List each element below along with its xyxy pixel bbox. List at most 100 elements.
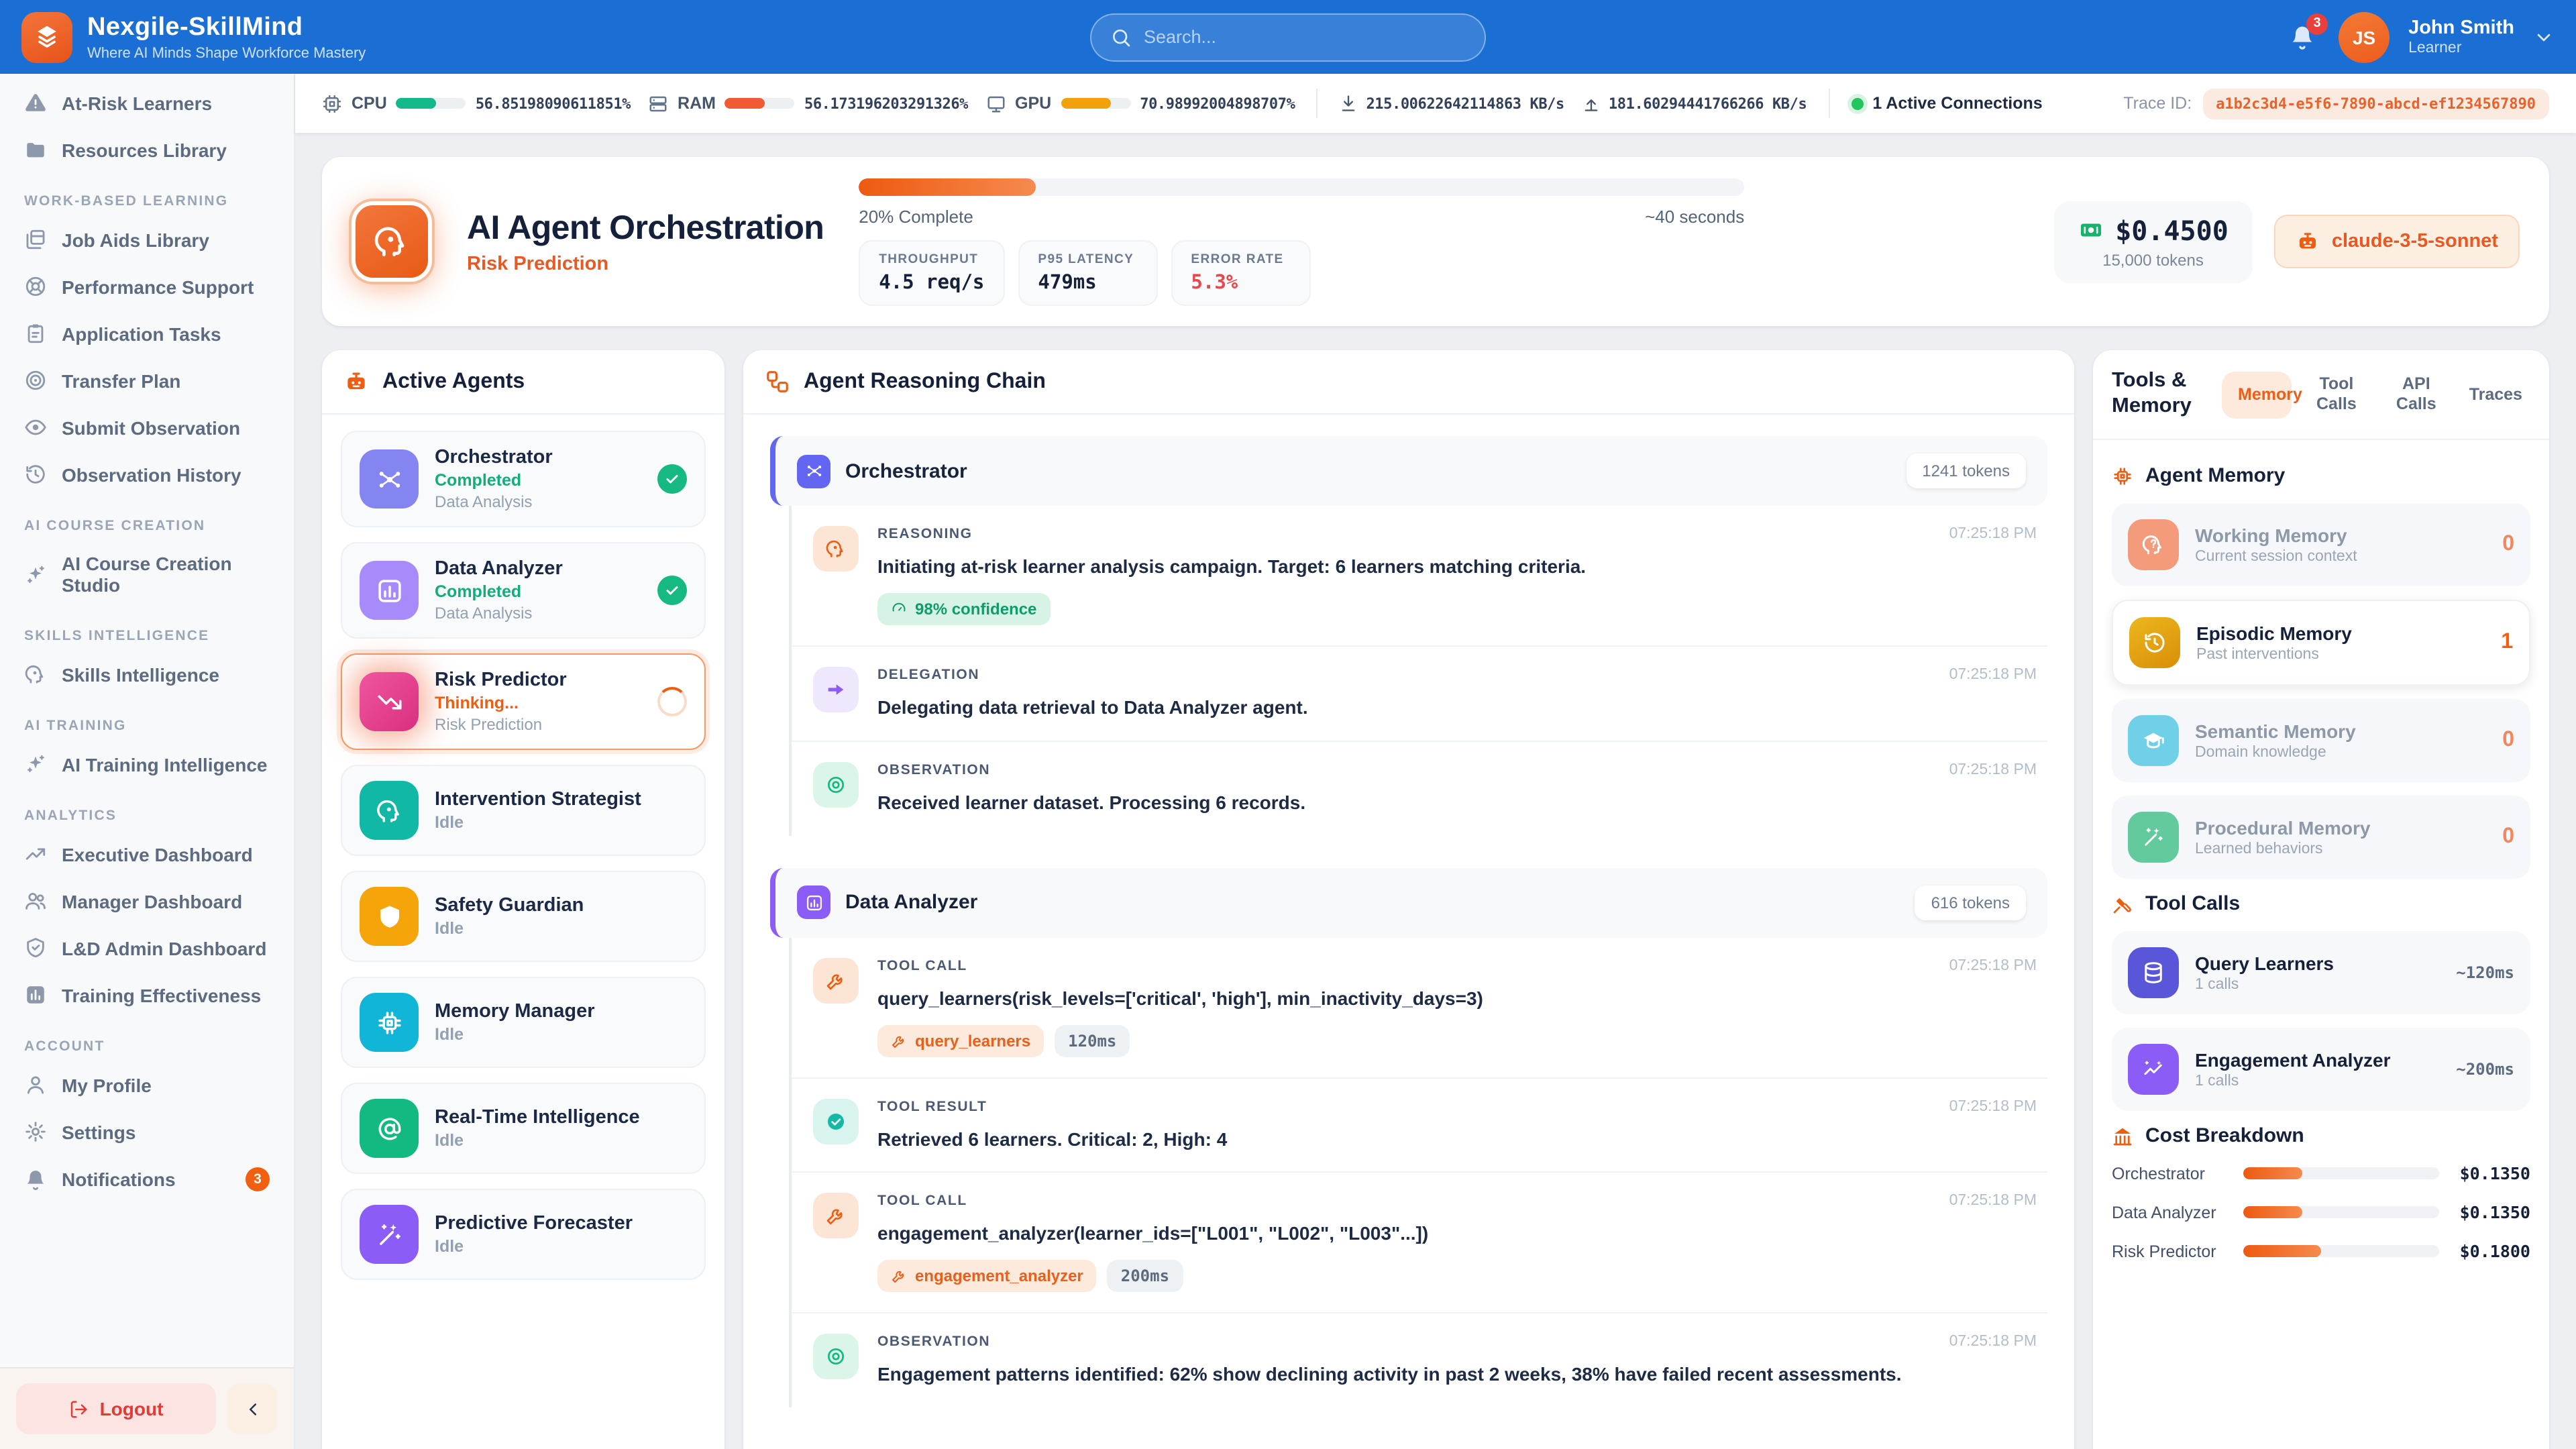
agent-card-risk-predictor[interactable]: Risk PredictorThinking...Risk Prediction [341, 653, 706, 750]
agent-status: Idle [435, 919, 584, 938]
memory-icon [2128, 812, 2179, 863]
memory-count: 0 [2502, 825, 2514, 849]
step-timestamp: 07:25:18 PM [1949, 667, 2037, 683]
model-badge: claude-3-5-sonnet [2274, 215, 2520, 268]
step-badge-tool: query_learners [877, 1024, 1044, 1057]
sidebar-item-settings[interactable]: Settings [0, 1108, 294, 1155]
bar-chart-icon [24, 983, 47, 1006]
orchestration-titles: AI Agent Orchestration Risk Prediction [467, 209, 824, 274]
memory-icon [2128, 715, 2179, 766]
agent-card-real-time-intelligence[interactable]: Real-Time IntelligenceIdle [341, 1083, 706, 1174]
resource-label: CPU [352, 94, 387, 113]
metric-value: 5.3% [1191, 272, 1290, 293]
app-header: Nexgile-SkillMind Where AI Minds Shape W… [0, 0, 2576, 74]
database-icon [2141, 961, 2165, 985]
memory-description: Domain knowledge [2195, 745, 2356, 761]
sparkles-icon [24, 753, 47, 775]
agent-card-data-analyzer[interactable]: Data AnalyzerCompletedData Analysis [341, 542, 706, 639]
sidebar-item-submit-observation[interactable]: Submit Observation [0, 404, 294, 451]
agent-avatar [360, 781, 419, 840]
step-timestamp: 07:25:18 PM [1949, 1193, 2037, 1210]
tool-call-card-engagement-analyzer[interactable]: Engagement Analyzer1 calls~200ms [2112, 1028, 2530, 1111]
tab-traces[interactable]: Traces [2461, 376, 2530, 413]
avatar[interactable]: JS [2339, 11, 2390, 62]
sidebar-item-label: Transfer Plan [62, 370, 180, 391]
chain-step-delegation: DELEGATION07:25:18 PMDelegating data ret… [792, 647, 2047, 742]
page-subtitle: Risk Prediction [467, 253, 824, 274]
cpu-icon [322, 93, 342, 113]
agent-texts: Safety GuardianIdle [435, 895, 584, 938]
check-icon [664, 582, 680, 598]
agent-card-intervention-strategist[interactable]: Intervention StrategistIdle [341, 765, 706, 856]
chain-agent-name: Data Analyzer [845, 891, 977, 914]
sidebar-item-job-aids-library[interactable]: Job Aids Library [0, 216, 294, 263]
orchestration-right: $0.4500 15,000 tokens claude-3-5-sonnet [2053, 201, 2520, 282]
sidebar-section-heading: SKILLS INTELLIGENCE [0, 608, 294, 651]
user-block[interactable]: John Smith Learner [2408, 17, 2514, 56]
memory-name: Procedural Memory [2195, 817, 2370, 839]
progress-eta: ~40 seconds [1645, 206, 1744, 226]
sidebar-section-heading: ANALYTICS [0, 788, 294, 830]
sidebar-item-label: Manager Dashboard [62, 890, 242, 912]
gauge-icon [891, 601, 907, 617]
metric-value: 4.5 req/s [879, 272, 984, 293]
memory-name: Working Memory [2195, 525, 2357, 546]
sidebar-item-training-effectiveness[interactable]: Training Effectiveness [0, 971, 294, 1018]
memory-card-semantic-memory[interactable]: Semantic MemoryDomain knowledge0 [2112, 699, 2530, 782]
sidebar-item-manager-dashboard[interactable]: Manager Dashboard [0, 877, 294, 924]
sidebar-item-my-profile[interactable]: My Profile [0, 1061, 294, 1108]
memory-card-working-memory[interactable]: Working MemoryCurrent session context0 [2112, 503, 2530, 586]
agent-status: Completed [435, 471, 553, 490]
tool-calls-count: 1 calls [2195, 977, 2334, 993]
tool-latency: ~120ms [2456, 963, 2514, 982]
resource-value: 56.85198090611851% [476, 95, 631, 112]
sidebar-item-resources-library[interactable]: Resources Library [0, 126, 294, 173]
chip-icon [2112, 465, 2133, 486]
trace-id-value[interactable]: a1b2c3d4-e5f6-7890-abcd-ef1234567890 [2202, 88, 2549, 119]
sidebar-item-performance-support[interactable]: Performance Support [0, 263, 294, 310]
agent-card-predictive-forecaster[interactable]: Predictive ForecasterIdle [341, 1189, 706, 1280]
agent-card-orchestrator[interactable]: OrchestratorCompletedData Analysis [341, 431, 706, 527]
step-type-icon [813, 957, 859, 1003]
resource-label: RAM [678, 94, 716, 113]
sidebar-item-ai-course-creation-studio[interactable]: AI Course Creation Studio [0, 541, 294, 608]
step-text: engagement_analyzer(learner_ids=["L001",… [877, 1222, 2037, 1247]
search-input[interactable] [1144, 27, 1466, 47]
tab-tool-calls[interactable]: Tool Calls [2302, 366, 2371, 423]
sidebar-item-notifications[interactable]: Notifications3 [0, 1155, 294, 1203]
metrics-row: THROUGHPUT4.5 req/sP95 LATENCY479msERROR… [859, 239, 1744, 305]
agent-card-memory-manager[interactable]: Memory ManagerIdle [341, 977, 706, 1068]
logout-button[interactable]: Logout [16, 1383, 216, 1434]
sidebar-item-label: Application Tasks [62, 323, 221, 344]
hammer-wrench-icon [2112, 893, 2133, 914]
memory-card-episodic-memory[interactable]: Episodic MemoryPast interventions1 [2112, 600, 2530, 686]
sidebar-item-label: Skills Intelligence [62, 663, 219, 685]
notifications-button[interactable]: 3 [2285, 19, 2320, 54]
agent-texts: Risk PredictorThinking...Risk Prediction [435, 669, 567, 734]
sidebar-item-executive-dashboard[interactable]: Executive Dashboard [0, 830, 294, 877]
sidebar-item-ld-admin-dashboard[interactable]: L&D Admin Dashboard [0, 924, 294, 971]
sidebar-item-skills-intelligence[interactable]: Skills Intelligence [0, 651, 294, 698]
sidebar-item-at-risk-learners[interactable]: At-Risk Learners [0, 79, 294, 126]
cost-row-value: $0.1350 [2453, 1163, 2530, 1183]
robot-icon [343, 369, 369, 394]
tab-memory[interactable]: Memory [2222, 371, 2292, 418]
search-box[interactable] [1090, 13, 1486, 61]
tool-texts: Query Learners1 calls [2195, 953, 2334, 993]
history-icon [2143, 631, 2167, 655]
sidebar-collapse-button[interactable] [227, 1383, 278, 1434]
chevron-down-icon[interactable] [2533, 26, 2555, 48]
step-badges: 98% confidence [877, 593, 2037, 625]
sidebar-item-ai-training-intelligence[interactable]: AI Training Intelligence [0, 741, 294, 788]
sidebar-item-transfer-plan[interactable]: Transfer Plan [0, 357, 294, 404]
metric-label: P95 LATENCY [1038, 252, 1137, 266]
agent-status: Idle [435, 1025, 595, 1044]
sidebar-item-observation-history[interactable]: Observation History [0, 451, 294, 498]
step-type-icon [813, 667, 859, 712]
tool-call-card-query-learners[interactable]: Query Learners1 calls ~120ms [2112, 931, 2530, 1014]
sidebar-item-application-tasks[interactable]: Application Tasks [0, 310, 294, 357]
memory-card-procedural-memory[interactable]: Procedural MemoryLearned behaviors0 [2112, 796, 2530, 879]
agent-card-safety-guardian[interactable]: Safety GuardianIdle [341, 871, 706, 962]
agent-complete-indicator [657, 576, 687, 605]
tab-api-calls[interactable]: API Calls [2381, 366, 2451, 423]
